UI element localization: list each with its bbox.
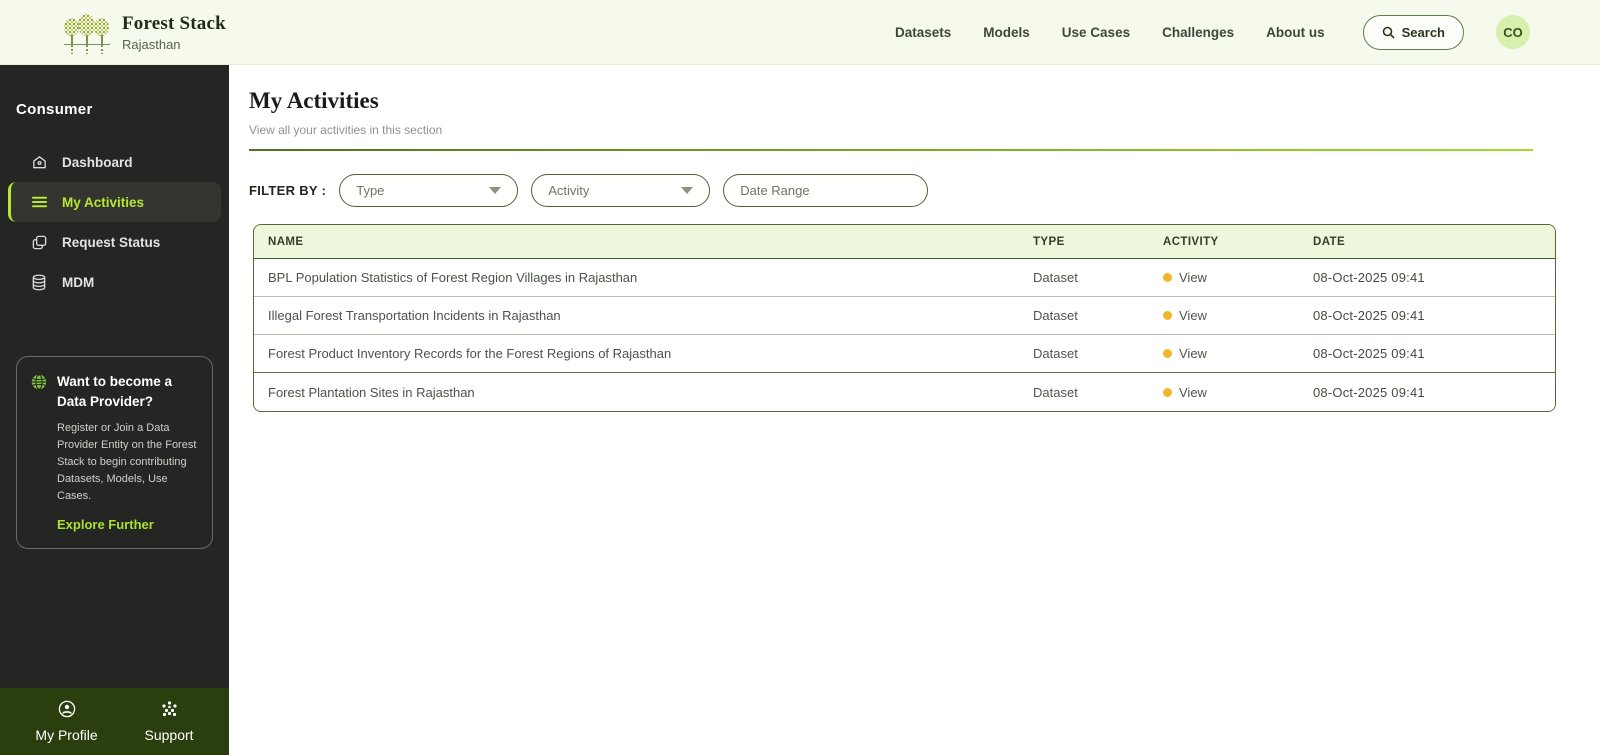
row-type: Dataset bbox=[1033, 346, 1078, 361]
activity-filter-label: Activity bbox=[548, 183, 590, 198]
sidebar-menu: Dashboard My Activities Request Status M… bbox=[0, 142, 229, 302]
activity-dot-icon bbox=[1163, 387, 1172, 397]
forest-trees-logo-icon bbox=[64, 9, 110, 55]
row-type: Dataset bbox=[1033, 384, 1078, 400]
search-icon bbox=[1382, 26, 1395, 39]
sidebar-item-my-activities[interactable]: My Activities bbox=[8, 182, 221, 222]
sidebar-item-mdm[interactable]: MDM bbox=[0, 262, 229, 302]
brand-subtitle: Rajasthan bbox=[122, 36, 181, 52]
row-date: 08-Oct-2025 09:41 bbox=[1313, 308, 1425, 323]
support-icon bbox=[160, 700, 179, 723]
page-title: My Activities bbox=[249, 88, 379, 113]
my-profile-button[interactable]: My Profile bbox=[35, 700, 98, 743]
sidebar-item-label: Request Status bbox=[62, 234, 161, 250]
activity-dot-icon bbox=[1163, 311, 1172, 320]
column-header-name: NAME bbox=[268, 235, 304, 248]
date-range-label: Date Range bbox=[740, 183, 810, 198]
row-type: Dataset bbox=[1033, 308, 1078, 323]
page-subtitle: View all your activities in this section bbox=[249, 123, 443, 137]
filter-by-label: FILTER BY : bbox=[249, 183, 327, 198]
support-button[interactable]: Support bbox=[145, 700, 194, 743]
activities-table: NAME TYPE ACTIVITY DATE BPL Population S… bbox=[253, 224, 1556, 412]
activity-dot-icon bbox=[1163, 349, 1172, 358]
activity-dot-icon bbox=[1163, 273, 1172, 282]
avatar[interactable]: CO bbox=[1496, 15, 1530, 49]
sidebar: Consumer Dashboard My Activities Request… bbox=[0, 65, 229, 755]
sidebar-item-label: MDM bbox=[62, 274, 95, 290]
top-nav: Datasets Models Use Cases Challenges Abo… bbox=[895, 14, 1530, 50]
row-date: 08-Oct-2025 09:41 bbox=[1313, 384, 1425, 400]
activity-label: View bbox=[1179, 270, 1207, 285]
sidebar-role-heading: Consumer bbox=[16, 101, 93, 118]
top-header: Forest Stack Rajasthan Datasets Models U… bbox=[0, 0, 1600, 65]
activity-label: View bbox=[1179, 384, 1207, 400]
table-row[interactable]: Forest Product Inventory Records for the… bbox=[254, 335, 1555, 373]
sidebar-item-dashboard[interactable]: Dashboard bbox=[0, 142, 229, 182]
filter-bar: FILTER BY : Type Activity Date Range bbox=[249, 174, 1556, 207]
sidebar-footer: My Profile Support bbox=[0, 688, 229, 755]
promo-body: Register or Join a Data Provider Entity … bbox=[57, 422, 197, 503]
row-activity: View bbox=[1149, 385, 1299, 400]
database-icon bbox=[30, 273, 48, 291]
globe-icon bbox=[31, 374, 47, 411]
brand-title: Forest Stack bbox=[122, 12, 226, 34]
row-name: Forest Plantation Sites in Rajasthan bbox=[268, 384, 475, 400]
sidebar-item-label: My Activities bbox=[62, 194, 145, 210]
profile-icon bbox=[58, 700, 76, 723]
search-button-label: Search bbox=[1401, 24, 1445, 40]
table-header-row: NAME TYPE ACTIVITY DATE bbox=[254, 225, 1555, 259]
row-activity: View bbox=[1149, 346, 1299, 361]
nav-datasets[interactable]: Datasets bbox=[895, 25, 951, 40]
explore-further-link[interactable]: Explore Further bbox=[57, 517, 198, 532]
home-icon bbox=[30, 153, 48, 171]
nav-challenges[interactable]: Challenges bbox=[1162, 25, 1234, 40]
main-content: My Activities View all your activities i… bbox=[229, 65, 1600, 755]
sidebar-item-request-status[interactable]: Request Status bbox=[0, 222, 229, 262]
page: Forest Stack Rajasthan Datasets Models U… bbox=[0, 0, 1600, 755]
nav-models[interactable]: Models bbox=[983, 25, 1030, 40]
row-name: BPL Population Statistics of Forest Regi… bbox=[268, 270, 638, 285]
activity-label: View bbox=[1179, 308, 1207, 323]
data-provider-promo-card: Want to become a Data Provider? Register… bbox=[16, 356, 213, 550]
table-row[interactable]: Forest Plantation Sites in Rajasthan Dat… bbox=[254, 373, 1555, 411]
column-header-activity: ACTIVITY bbox=[1163, 235, 1219, 248]
nav-use-cases[interactable]: Use Cases bbox=[1062, 25, 1130, 40]
activity-label: View bbox=[1179, 346, 1207, 361]
row-date: 08-Oct-2025 09:41 bbox=[1313, 346, 1425, 361]
row-date: 08-Oct-2025 09:41 bbox=[1313, 270, 1425, 285]
chevron-down-icon bbox=[681, 187, 694, 194]
section-divider bbox=[249, 149, 1533, 151]
activity-filter-dropdown[interactable]: Activity bbox=[531, 174, 711, 207]
date-range-filter[interactable]: Date Range bbox=[723, 174, 929, 207]
promo-title: Want to become a Data Provider? bbox=[57, 374, 173, 409]
type-filter-dropdown[interactable]: Type bbox=[339, 174, 519, 207]
table-row[interactable]: BPL Population Statistics of Forest Regi… bbox=[254, 259, 1555, 297]
row-activity: View bbox=[1149, 308, 1299, 323]
search-button[interactable]: Search bbox=[1362, 14, 1464, 50]
row-type: Dataset bbox=[1033, 270, 1078, 285]
brand[interactable]: Forest Stack Rajasthan bbox=[64, 9, 226, 55]
my-profile-label: My Profile bbox=[35, 727, 98, 743]
row-name: Illegal Forest Transportation Incidents … bbox=[268, 308, 561, 323]
sidebar-item-label: Dashboard bbox=[62, 154, 133, 170]
row-name: Forest Product Inventory Records for the… bbox=[268, 346, 672, 361]
column-header-date: DATE bbox=[1313, 235, 1346, 248]
column-header-type: TYPE bbox=[1033, 235, 1065, 248]
row-activity: View bbox=[1149, 270, 1299, 285]
table-row[interactable]: Illegal Forest Transportation Incidents … bbox=[254, 297, 1555, 335]
copy-pages-icon bbox=[30, 233, 48, 251]
support-label: Support bbox=[144, 727, 194, 743]
chevron-down-icon bbox=[489, 187, 502, 194]
type-filter-label: Type bbox=[356, 183, 385, 198]
nav-about-us[interactable]: About us bbox=[1266, 25, 1325, 40]
menu-lines-icon bbox=[30, 193, 48, 211]
